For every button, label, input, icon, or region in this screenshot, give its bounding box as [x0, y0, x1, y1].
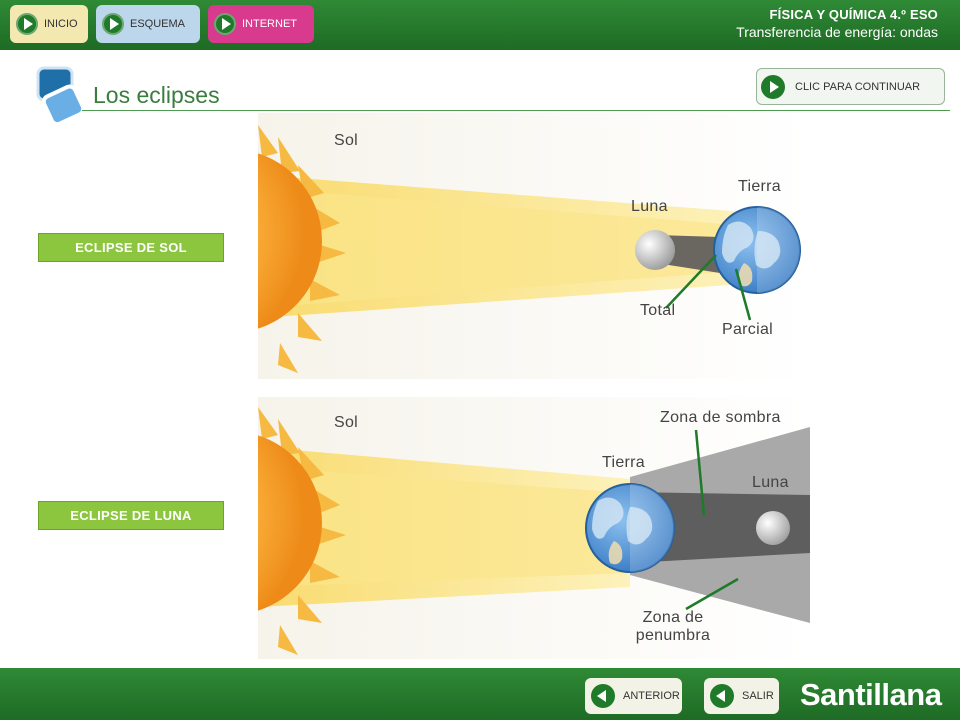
esquema-label: ESQUEMA: [130, 18, 186, 30]
inicio-label: INICIO: [44, 18, 78, 30]
play-icon: [761, 74, 785, 99]
internet-label: INTERNET: [242, 18, 297, 30]
continue-button[interactable]: CLIC PARA CONTINUAR: [756, 68, 945, 105]
penumbra-label: Zona de penumbra: [608, 609, 738, 645]
back-icon: [710, 684, 734, 708]
previous-button[interactable]: ANTERIOR: [585, 678, 682, 714]
unit-name: Transferencia de energía: ondas: [736, 24, 938, 40]
esquema-button[interactable]: ESQUEMA: [96, 5, 200, 43]
slide-icon: [36, 66, 86, 127]
sun-label: Sol: [334, 132, 359, 149]
title-divider: [82, 110, 950, 111]
partial-label: Parcial: [722, 321, 774, 338]
earth: [713, 206, 801, 294]
umbra-label: Zona de sombra: [660, 409, 781, 426]
play-icon: [102, 13, 124, 35]
moon: [635, 230, 675, 270]
inicio-button[interactable]: INICIO: [10, 5, 88, 43]
solar-eclipse-diagram: Sol Tierra Luna Total Parcial: [258, 113, 810, 379]
earth-label: Tierra: [738, 178, 781, 195]
lunar-eclipse-label[interactable]: ECLIPSE DE LUNA: [38, 501, 224, 530]
back-icon: [591, 684, 615, 708]
total-label: Total: [640, 302, 676, 319]
play-icon: [214, 13, 236, 35]
exit-label: SALIR: [742, 690, 774, 702]
internet-button[interactable]: INTERNET: [208, 5, 314, 43]
penumbra-label-line2: penumbra: [635, 627, 711, 644]
penumbra-label-line1: Zona de: [642, 609, 704, 626]
page-title: Los eclipses: [93, 82, 220, 108]
continue-label: CLIC PARA CONTINUAR: [795, 80, 921, 93]
previous-label: ANTERIOR: [623, 690, 680, 702]
course-name: FÍSICA Y QUÍMICA 4.º ESO: [769, 7, 938, 22]
solar-eclipse-label[interactable]: ECLIPSE DE SOL: [38, 233, 224, 262]
moon: [756, 511, 790, 545]
earth-label: Tierra: [602, 454, 645, 471]
sun-label: Sol: [334, 414, 359, 431]
lunar-eclipse-diagram: Sol Zona de sombra Tierra Luna Zona de p…: [258, 397, 810, 659]
moon-label: Luna: [752, 474, 789, 491]
brand-logo: Santillana: [800, 677, 942, 712]
moon-label: Luna: [631, 198, 668, 215]
exit-button[interactable]: SALIR: [704, 678, 779, 714]
header-title: FÍSICA Y QUÍMICA 4.º ESO Transferencia d…: [736, 7, 938, 40]
earth: [585, 483, 675, 573]
play-icon: [16, 13, 38, 35]
